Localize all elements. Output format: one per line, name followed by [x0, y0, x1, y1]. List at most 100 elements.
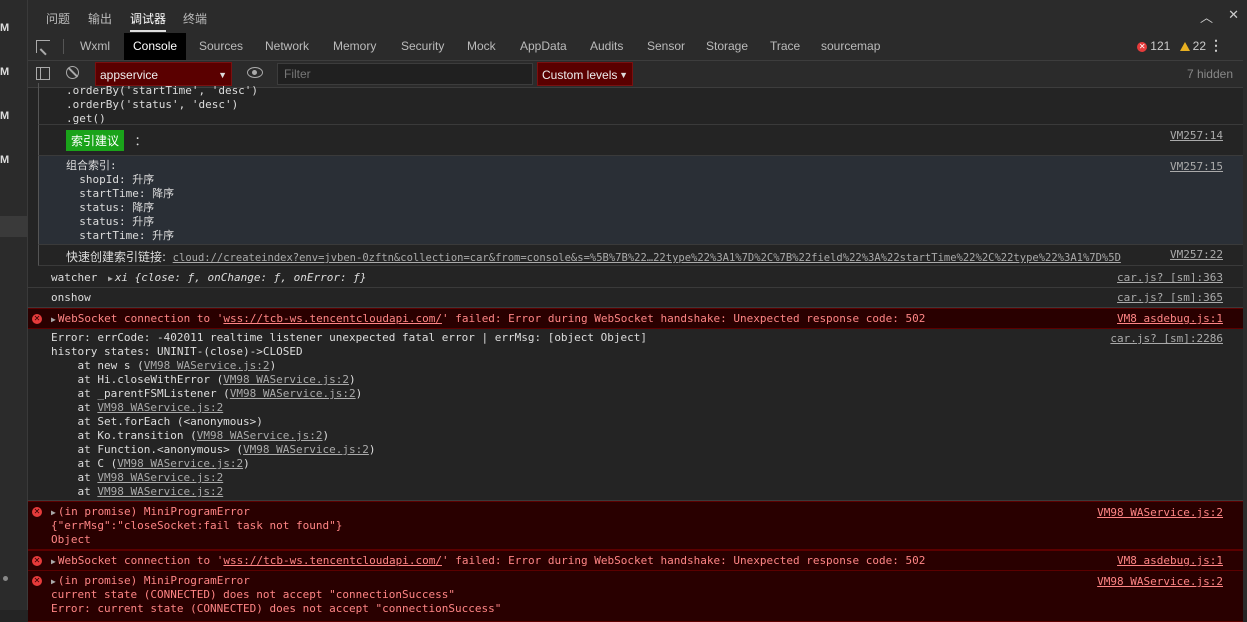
tab-sourcemap[interactable]: sourcemap: [821, 33, 880, 60]
stack-frame-link[interactable]: VM98 WAService.js:2: [144, 359, 270, 372]
stack-frame: at VM98 WAService.js:2: [51, 471, 224, 484]
gutter-marker: M: [0, 154, 10, 166]
websocket-url[interactable]: wss://tcb-ws.tencentcloudapi.com/: [223, 312, 442, 325]
promise-error-details: {"errMsg":"closeSocket:fail task not fou…: [51, 519, 343, 546]
websocket-error-suffix: ' failed: Error during WebSocket handsha…: [441, 312, 926, 325]
tab-mock[interactable]: Mock: [467, 33, 496, 60]
source-link[interactable]: car.js? [sm]:363: [1117, 271, 1223, 284]
stack-frame-link[interactable]: VM98 WAService.js:2: [97, 471, 223, 484]
gutter-selected-item[interactable]: [0, 216, 27, 237]
source-link[interactable]: VM257:14: [1170, 129, 1223, 142]
sidebar-toggle-icon[interactable]: [36, 67, 50, 80]
tab-network[interactable]: Network: [265, 33, 309, 60]
tab-appdata[interactable]: AppData: [520, 33, 567, 60]
error-row-promise-closesocket: ✕ ▶ (in promise) MiniProgramError {"errMs…: [28, 501, 1243, 550]
source-link[interactable]: car.js? [sm]:365: [1117, 291, 1223, 304]
tab-trace[interactable]: Trace: [770, 33, 800, 60]
log-row-create-index-link: 快速创建索引链接: cloud://createindex?env=jvben-…: [38, 245, 1243, 266]
expand-triangle-icon[interactable]: ▶: [51, 508, 56, 517]
stack-frame-link[interactable]: VM98 WAService.js:2: [197, 429, 323, 442]
panel-tab-debugger[interactable]: 调试器: [130, 10, 167, 32]
expand-triangle-icon[interactable]: ▶: [51, 577, 56, 586]
composite-index-text: 组合索引: shopId: 升序 startTime: 降序 status: 降…: [66, 159, 175, 242]
stack-frame: at VM98 WAService.js:2: [51, 401, 224, 414]
stack-frame-link[interactable]: VM98 WAService.js:2: [230, 387, 356, 400]
panel-tab-bar: 问题 输出 调试器 终端 ︿ ✕: [28, 0, 1243, 33]
stack-frame-link[interactable]: VM98 WAService.js:2: [97, 401, 223, 414]
source-link[interactable]: VM257:22: [1166, 248, 1223, 261]
live-expression-eye-icon[interactable]: [247, 67, 263, 78]
gutter-marker: M: [0, 22, 10, 34]
source-link[interactable]: VM8 asdebug.js:1: [1117, 554, 1223, 567]
issue-counts[interactable]: ✕ 121 22: [1137, 39, 1206, 53]
websocket-url[interactable]: wss://tcb-ws.tencentcloudapi.com/: [223, 554, 442, 567]
tab-memory[interactable]: Memory: [333, 33, 376, 60]
panel-tab-output[interactable]: 输出: [88, 10, 112, 27]
right-edge: [1243, 0, 1247, 610]
gutter-marker: M: [0, 110, 10, 122]
more-options-icon[interactable]: ⋮: [1209, 37, 1223, 54]
stack-frame: at Set.forEach (<anonymous>): [51, 415, 263, 428]
panel-tab-problems[interactable]: 问题: [46, 10, 70, 27]
expand-triangle-icon[interactable]: ▶: [51, 557, 56, 566]
stack-frame: at _parentFSMListener (VM98 WAService.js…: [51, 387, 363, 400]
expand-triangle-icon[interactable]: ▶: [108, 274, 113, 283]
log-row-composite-index: 组合索引: shopId: 升序 startTime: 降序 status: 降…: [38, 156, 1243, 245]
log-row-index-suggestion: 索引建议 ： VM257:14: [38, 125, 1243, 156]
stack-frame-link[interactable]: VM98 WAService.js:2: [117, 457, 243, 470]
tab-sources[interactable]: Sources: [199, 33, 243, 60]
source-link[interactable]: VM98 WAService.js:2: [1097, 506, 1223, 519]
tab-wxml[interactable]: Wxml: [80, 33, 110, 60]
expand-triangle-icon[interactable]: ▶: [51, 315, 56, 324]
source-link[interactable]: VM8 asdebug.js:1: [1117, 312, 1223, 325]
query-code: .orderBy('startTime', 'desc') .orderBy('…: [66, 84, 259, 125]
promise-error-title: (in promise) MiniProgramError: [57, 505, 250, 518]
tab-audits[interactable]: Audits: [590, 33, 623, 60]
source-link[interactable]: car.js? [sm]:2286: [1110, 332, 1223, 345]
log-row-query: .orderBy('startTime', 'desc') .orderBy('…: [38, 83, 1243, 125]
hidden-count: 7 hidden: [1186, 67, 1233, 81]
error-icon: ✕: [1137, 41, 1148, 52]
watcher-label: watcher: [51, 271, 98, 284]
log-row-realtime-error: Error: errCode: -402011 realtime listene…: [28, 328, 1243, 501]
error-row-promise-connected: ✕ ▶ (in promise) MiniProgramError current…: [28, 570, 1243, 622]
tab-security[interactable]: Security: [401, 33, 444, 60]
websocket-error-prefix: WebSocket connection to ': [57, 554, 224, 567]
console-messages: .orderBy('startTime', 'desc') .orderBy('…: [28, 83, 1243, 622]
promise-error-title: (in promise) MiniProgramError: [57, 574, 250, 587]
stack-frame: at C (VM98 WAService.js:2): [51, 457, 250, 470]
index-suggestion-badge: 索引建议: [66, 130, 125, 151]
stack-frame-link[interactable]: VM98 WAService.js:2: [223, 373, 349, 386]
stack-frame: at new s (VM98 WAService.js:2): [51, 359, 277, 372]
close-icon[interactable]: ✕: [1228, 7, 1239, 23]
stack-frame: at Function.<anonymous> (VM98 WAService.…: [51, 443, 376, 456]
left-activity-gutter: M M M M: [0, 0, 28, 610]
gutter-dot-icon: [3, 576, 8, 581]
devtools-tab-bar: Wxml Console Sources Network Memory Secu…: [28, 33, 1243, 61]
clear-console-icon[interactable]: [66, 66, 79, 79]
error-icon: ✕: [32, 576, 42, 586]
source-link[interactable]: VM257:15: [1170, 160, 1223, 173]
websocket-error-suffix: ' failed: Error during WebSocket handsha…: [441, 554, 926, 567]
filter-input[interactable]: Filter: [277, 63, 533, 85]
tab-storage[interactable]: Storage: [706, 33, 748, 60]
error-icon: ✕: [32, 507, 42, 517]
warning-count: 22: [1192, 39, 1206, 53]
create-index-link[interactable]: cloud://createindex?env=jvben-0zftn&coll…: [173, 252, 1121, 264]
tab-sensor[interactable]: Sensor: [647, 33, 685, 60]
stack-frame: at Hi.closeWithError (VM98 WAService.js:…: [51, 373, 356, 386]
source-link[interactable]: VM98 WAService.js:2: [1097, 575, 1223, 588]
chevron-up-icon[interactable]: ︿: [1200, 7, 1213, 26]
panel-tab-terminal[interactable]: 终端: [183, 10, 207, 27]
error-count: 121: [1150, 39, 1171, 53]
divider: [63, 39, 64, 54]
watcher-object[interactable]: xi {close: ƒ, onChange: ƒ, onError: ƒ}: [115, 271, 367, 284]
error-row-websocket: ✕ ▶ WebSocket connection to 'wss://tcb-ws…: [28, 308, 1243, 329]
log-levels-value: Custom levels: [542, 68, 618, 82]
stack-frame-link[interactable]: VM98 WAService.js:2: [243, 443, 369, 456]
gutter-marker: M: [0, 66, 10, 78]
tab-console[interactable]: Console: [124, 33, 187, 60]
stack-frame-link[interactable]: VM98 WAService.js:2: [97, 485, 223, 498]
error-icon: ✕: [32, 314, 42, 324]
inspect-element-icon[interactable]: [36, 40, 50, 53]
